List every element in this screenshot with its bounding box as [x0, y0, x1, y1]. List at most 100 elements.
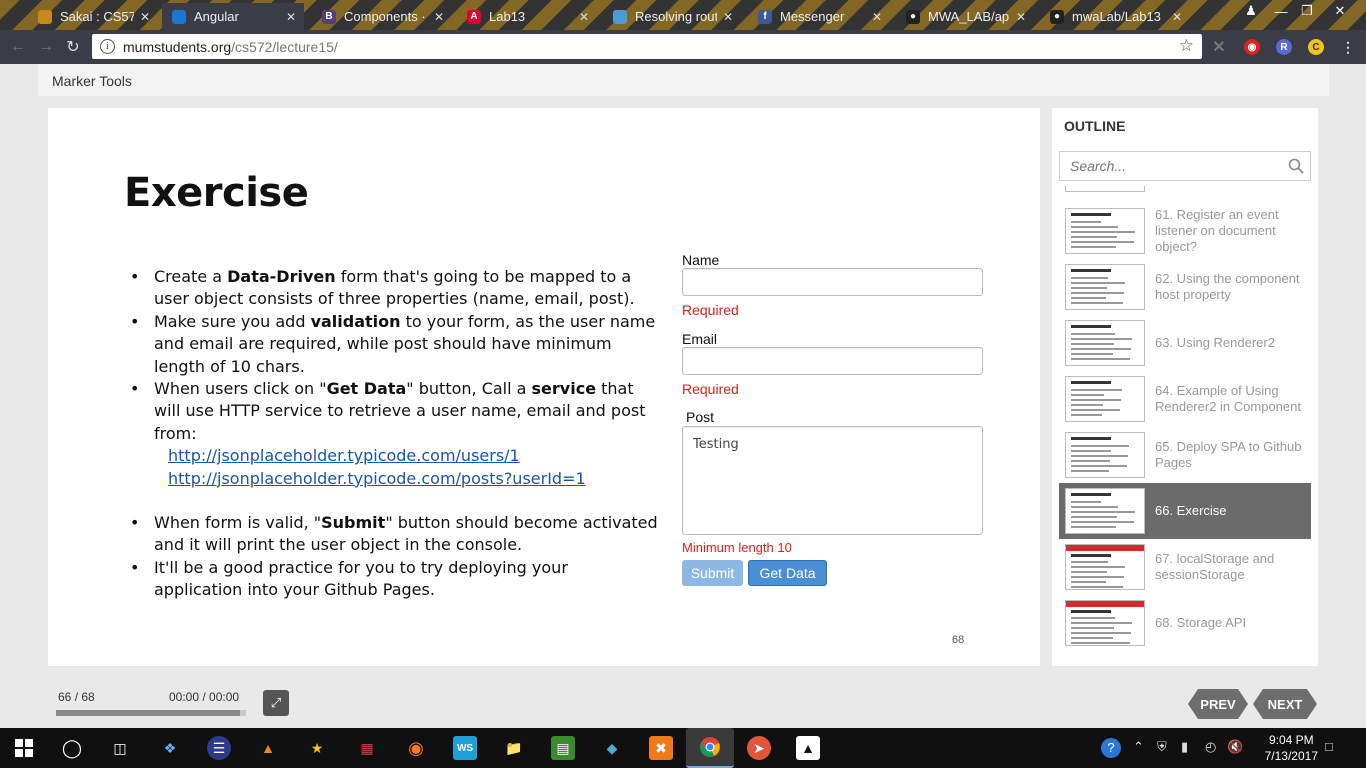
reload-icon[interactable]: ↻	[63, 37, 83, 57]
marker-tools-label[interactable]: Marker Tools	[52, 73, 132, 89]
browser-tab[interactable]: Angular ✕	[162, 3, 304, 30]
outline-item[interactable]: 64. Example of Using Renderer2 in Compon…	[1059, 371, 1311, 427]
outline-thumbnail	[1065, 432, 1145, 478]
email-input[interactable]	[682, 347, 983, 375]
extension-r-icon[interactable]: R	[1276, 39, 1292, 55]
get-data-button[interactable]: Get Data	[748, 560, 827, 586]
outline-item[interactable]: 61. Register an event listener on docume…	[1059, 203, 1311, 259]
chrome-icon[interactable]	[686, 728, 734, 768]
outline-search	[1059, 151, 1311, 181]
clock-time: 9:04 PM	[1268, 733, 1314, 747]
browser-tab[interactable]: ● mwaLab/Lab13 ✕	[1040, 3, 1190, 30]
browser-tab[interactable]: Resolving route ✕	[603, 3, 741, 30]
tab-close-icon[interactable]: ✕	[872, 10, 882, 24]
outline-title: OUTLINE	[1064, 118, 1126, 134]
tab-label: Resolving route	[635, 9, 717, 24]
post-textarea[interactable]: Testing	[682, 426, 983, 535]
firefox-icon[interactable]: ◉	[404, 736, 428, 760]
battery-icon[interactable]: ▮	[1181, 739, 1188, 755]
resource-link[interactable]: http://jsonplaceholder.typicode.com/post…	[168, 468, 660, 490]
outline-item[interactable]: 65. Deploy SPA to Github Pages	[1059, 427, 1311, 483]
extension-x-icon[interactable]: ✕	[1211, 39, 1227, 56]
vlc-icon[interactable]: ▲	[256, 736, 280, 760]
back-icon[interactable]: ←	[8, 37, 28, 57]
clock[interactable]: 9:04 PM 7/13/2017	[1265, 732, 1318, 764]
outline-item[interactable]: 68. Storage API	[1059, 595, 1311, 651]
marker-tools-bar: Marker Tools	[38, 64, 1329, 96]
slide-page-number: 68	[952, 634, 965, 646]
outline-thumbnail	[1065, 208, 1145, 254]
star-app-icon[interactable]: ★	[305, 736, 329, 760]
fullscreen-icon[interactable]: ⤢	[263, 690, 289, 716]
slide-counter-total: / 68	[74, 690, 95, 704]
bullet-text: When form is valid, "	[154, 513, 322, 533]
tab-close-icon[interactable]: ✕	[286, 10, 296, 24]
search-icon[interactable]	[1288, 158, 1304, 174]
email-error: Required	[682, 381, 739, 397]
email-label: Email	[682, 331, 718, 347]
tab-close-icon[interactable]: ✕	[579, 10, 589, 24]
bullet-emphasis: service	[531, 379, 597, 399]
menu-icon[interactable]: ⋮	[1340, 39, 1356, 55]
bookmark-star-icon[interactable]: ☆	[1179, 36, 1194, 56]
windows-start-icon[interactable]	[12, 736, 36, 760]
chevron-up-icon[interactable]: ⌃	[1133, 739, 1144, 755]
file-explorer-icon[interactable]: 📁	[502, 736, 526, 760]
tab-close-icon[interactable]: ✕	[140, 10, 150, 24]
postman-icon[interactable]: ➤	[747, 736, 771, 760]
tab-strip: Sakai : CS572-2 ✕ Angular ✕ B Components · B ✕…	[0, 0, 1366, 30]
volume-icon[interactable]: 🔇	[1227, 739, 1243, 755]
slide-counter-current: 66	[58, 690, 72, 704]
tab-close-icon[interactable]: ✕	[1172, 10, 1182, 24]
address-bar[interactable]: i mumstudents.org/cs572/lecture15/ ☆	[92, 34, 1202, 59]
git-tool-icon[interactable]: ◆	[600, 736, 624, 760]
close-window-button[interactable]: ✕	[1325, 0, 1355, 22]
outline-search-input[interactable]	[1070, 152, 1280, 180]
tab-close-icon[interactable]: ✕	[434, 10, 444, 24]
tab-close-icon[interactable]: ✕	[1016, 10, 1026, 24]
restore-button[interactable]: ❐	[1292, 0, 1322, 22]
outline-item[interactable]: 66. Exercise	[1059, 483, 1311, 539]
prev-button[interactable]: PREV	[1188, 689, 1248, 719]
outline-item[interactable]: 67. localStorage and sessionStorage	[1059, 539, 1311, 595]
playback-progress[interactable]	[56, 710, 246, 716]
winrar-icon[interactable]: ▦	[355, 736, 379, 760]
notifications-icon[interactable]: □	[1325, 739, 1333, 754]
photos-icon[interactable]: ▲	[796, 736, 820, 760]
help-icon[interactable]: ?	[1101, 738, 1121, 758]
xampp-icon[interactable]: ✖	[649, 736, 673, 760]
tab-favicon-icon: B	[322, 9, 336, 24]
task-view-icon[interactable]: ◫	[108, 736, 132, 760]
dropbox-icon[interactable]: ❖	[158, 736, 182, 760]
wifi-icon[interactable]: ◴	[1205, 739, 1216, 755]
name-input[interactable]	[682, 268, 983, 296]
outline-thumbnail-partial[interactable]	[1065, 186, 1145, 192]
outline-thumbnail	[1065, 320, 1145, 366]
resource-link[interactable]: http://jsonplaceholder.typicode.com/user…	[168, 445, 660, 467]
next-button[interactable]: NEXT	[1253, 689, 1317, 719]
tab-close-icon[interactable]: ✕	[723, 10, 733, 24]
cortana-icon[interactable]: ◯	[60, 736, 84, 760]
extension-shield-icon[interactable]: ◉	[1244, 39, 1260, 55]
outline-item[interactable]: 63. Using Renderer2	[1059, 315, 1311, 371]
extension-c-icon[interactable]: C	[1308, 39, 1324, 55]
sheet-app-icon[interactable]: ▤	[551, 736, 575, 760]
defender-icon[interactable]: ⛨	[1157, 739, 1167, 755]
tab-label: Components · B	[344, 9, 428, 24]
bullet-text: When users click on "	[154, 379, 327, 399]
timer-current: 00:00	[169, 690, 200, 704]
browser-tab[interactable]: f Messenger ✕	[748, 3, 890, 30]
outline-item[interactable]: 62. Using the component host property	[1059, 259, 1311, 315]
info-icon[interactable]: i	[100, 39, 115, 54]
slide-title: Exercise	[124, 170, 309, 216]
browser-tab[interactable]: A Lab13 ✕	[457, 3, 597, 30]
submit-button[interactable]: Submit	[682, 560, 743, 586]
browser-tab[interactable]: B Components · B ✕	[312, 3, 452, 30]
webstorm-icon[interactable]: WS	[453, 736, 477, 760]
eclipse-icon[interactable]: ☰	[207, 736, 231, 760]
profile-icon[interactable]: ♟	[1236, 0, 1266, 22]
browser-tab[interactable]: ● MWA_LAB/app ✕	[896, 3, 1034, 30]
browser-tab[interactable]: Sakai : CS572-2 ✕	[28, 3, 158, 30]
outline-item-label: 63. Using Renderer2	[1155, 335, 1275, 350]
forward-icon[interactable]: →	[36, 37, 56, 57]
